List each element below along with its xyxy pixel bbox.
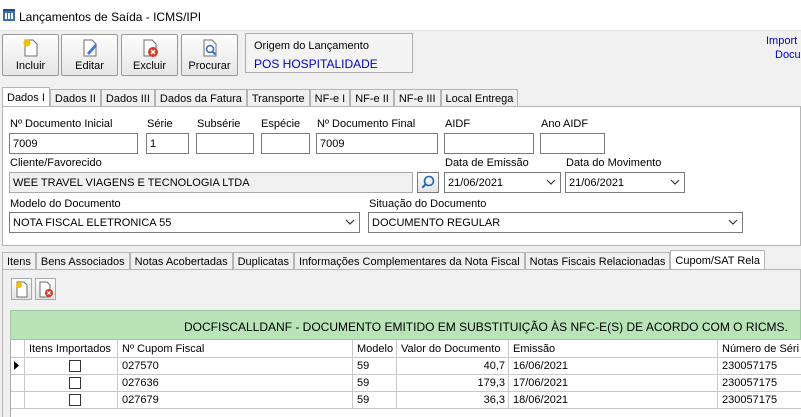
delete-document-icon <box>39 281 53 298</box>
data-mov-picker[interactable]: 21/06/2021 <box>565 172 685 193</box>
window-title: Lançamentos de Saída - ICMS/IPI <box>19 10 202 24</box>
app-icon <box>3 9 15 21</box>
main-tabs: Dados I Dados II Dados III Dados da Fatu… <box>2 87 519 108</box>
table-row-1-valor[interactable]: 179,3 <box>397 375 509 392</box>
new-document-icon <box>16 281 28 298</box>
table-row-1-imported[interactable] <box>25 375 118 392</box>
notice-text: DOCFISCALLDANF - DOCUMENTO EMITIDO EM SU… <box>184 320 788 334</box>
table-row-2-imported[interactable] <box>25 392 118 409</box>
serie-label: Série <box>147 118 173 130</box>
detail-tabs: Itens Bens Associados Notas Acobertadas … <box>2 250 765 271</box>
cliente-label: Cliente/Favorecido <box>10 157 102 169</box>
import-link[interactable]: Import <box>766 35 797 47</box>
doc-inicial-label: Nº Documento Inicial <box>10 118 113 130</box>
data-emissao-label: Data de Emissão <box>445 157 529 169</box>
situacao-select[interactable]: DOCUMENTO REGULAR <box>368 212 743 233</box>
situacao-label: Situação do Documento <box>369 198 487 210</box>
tab-dados-i[interactable]: Dados I <box>2 87 50 108</box>
ano-aidf-label: Ano AIDF <box>541 118 589 130</box>
magnifier-icon <box>421 175 435 189</box>
edit-label: Editar <box>75 60 104 72</box>
new-document-icon <box>23 39 38 57</box>
include-button[interactable]: Incluir <box>2 34 59 76</box>
origem-label: Origem do Lançamento <box>254 40 369 52</box>
data-mov-value: 21/06/2021 <box>569 177 625 189</box>
header-modelo[interactable]: Modelo <box>353 340 397 358</box>
table-row-0-cupom[interactable]: 027570 <box>118 358 353 375</box>
serie-input[interactable]: 1 <box>146 133 189 154</box>
current-row-arrow-icon <box>14 361 19 370</box>
table-row-1-cupom[interactable]: 027636 <box>118 375 353 392</box>
chevron-down-icon <box>345 219 355 225</box>
doc-final-input[interactable]: 7009 <box>316 133 438 154</box>
header-numero-serie[interactable]: Número de Séri <box>718 340 801 358</box>
table-row-1-serie[interactable]: 230057175 <box>718 375 801 392</box>
origem-panel: Origem do Lançamento POS HOSPITALIDADE <box>245 33 413 73</box>
tab-cupom-sat[interactable]: Cupom/SAT Rela <box>670 250 765 271</box>
import-link-line2[interactable]: Docu <box>775 49 801 61</box>
row-indicator <box>11 392 25 409</box>
table-row-0-imported[interactable] <box>25 358 118 375</box>
table-row-1-modelo[interactable]: 59 <box>353 375 397 392</box>
row-indicator <box>11 358 25 375</box>
ano-aidf-input[interactable] <box>540 133 605 154</box>
edit-button[interactable]: Editar <box>61 34 118 76</box>
table-row-2-modelo[interactable]: 59 <box>353 392 397 409</box>
edit-document-icon <box>83 39 97 57</box>
data-emissao-value: 21/06/2021 <box>448 177 504 189</box>
situacao-value: DOCUMENTO REGULAR <box>372 217 501 229</box>
table-row-2-cupom[interactable]: 027679 <box>118 392 353 409</box>
chevron-down-icon <box>670 179 680 185</box>
especie-input[interactable] <box>261 133 310 154</box>
import-checkbox[interactable] <box>69 394 81 406</box>
header-cupom-fiscal[interactable]: Nº Cupom Fiscal <box>118 340 353 358</box>
search-document-icon <box>203 39 217 57</box>
aidf-input[interactable] <box>444 133 534 154</box>
table-row-2-serie[interactable]: 230057175 <box>718 392 801 409</box>
notice-banner: DOCFISCALLDANF - DOCUMENTO EMITIDO EM SU… <box>10 310 801 340</box>
chevron-down-icon <box>728 219 738 225</box>
grid-corner <box>11 340 25 358</box>
include-label: Incluir <box>15 60 46 72</box>
table-row-2-valor[interactable]: 36,3 <box>397 392 509 409</box>
table-row-0-emissao[interactable]: 16/06/2021 <box>509 358 718 375</box>
origem-value: POS HOSPITALIDADE <box>254 57 378 71</box>
cliente-search-button[interactable] <box>417 172 439 193</box>
aidf-label: AIDF <box>445 118 471 130</box>
table-row-0-valor[interactable]: 40,7 <box>397 358 509 375</box>
header-emissao[interactable]: Emissão <box>509 340 718 358</box>
table-row-2-emissao[interactable]: 18/06/2021 <box>509 392 718 409</box>
cliente-input[interactable]: WEE TRAVEL VIAGENS E TECNOLOGIA LTDA <box>9 172 413 193</box>
chevron-down-icon <box>546 179 556 185</box>
title-bar: Lançamentos de Saída - ICMS/IPI <box>0 0 801 31</box>
delete-button[interactable]: Excluir <box>121 34 178 76</box>
especie-label: Espécie <box>261 118 301 130</box>
table-row-0-modelo[interactable]: 59 <box>353 358 397 375</box>
subserie-label: Subsérie <box>197 118 241 130</box>
subserie-input[interactable] <box>196 133 254 154</box>
table-row-1-emissao[interactable]: 17/06/2021 <box>509 375 718 392</box>
header-itens-importados[interactable]: Itens Importados <box>25 340 118 358</box>
import-checkbox[interactable] <box>69 377 81 389</box>
data-emissao-picker[interactable]: 21/06/2021 <box>444 172 561 193</box>
add-cupom-button[interactable] <box>11 278 32 300</box>
delete-label: Excluir <box>132 60 166 72</box>
modelo-label: Modelo do Documento <box>10 198 121 210</box>
import-checkbox[interactable] <box>69 360 81 372</box>
modelo-value: NOTA FISCAL ELETRONICA 55 <box>13 217 172 229</box>
delete-document-icon <box>143 39 158 57</box>
data-mov-label: Data do Movimento <box>566 157 662 169</box>
table-row-0-serie[interactable]: 230057175 <box>718 358 801 375</box>
modelo-select[interactable]: NOTA FISCAL ELETRONICA 55 <box>9 212 360 233</box>
header-valor[interactable]: Valor do Documento <box>397 340 509 358</box>
remove-cupom-button[interactable] <box>35 278 56 300</box>
search-label: Procurar <box>188 60 231 72</box>
search-toolbar-button[interactable]: Procurar <box>181 34 238 76</box>
doc-inicial-input[interactable]: 7009 <box>9 133 138 154</box>
doc-final-label: Nº Documento Final <box>317 118 416 130</box>
cupom-grid: Itens Importados Nº Cupom Fiscal Modelo … <box>10 340 801 417</box>
row-indicator <box>11 375 25 392</box>
